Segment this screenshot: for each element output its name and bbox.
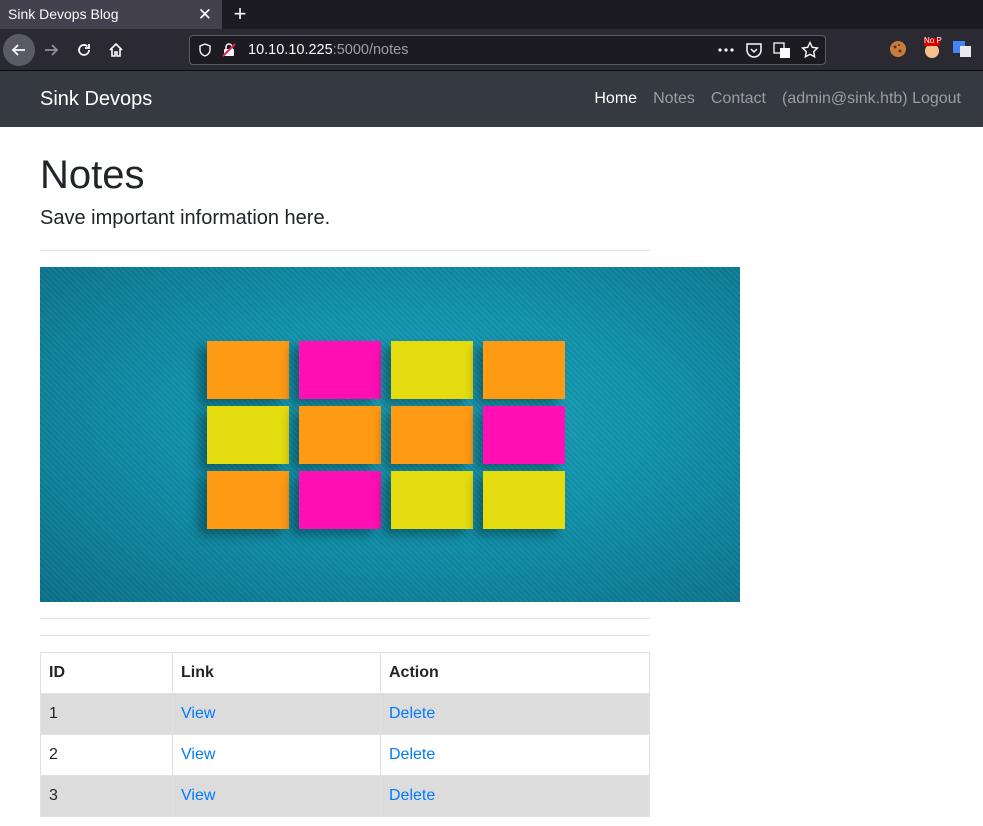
nav-link-notes[interactable]: Notes — [653, 71, 695, 127]
note-id: 1 — [40, 693, 173, 735]
home-button[interactable] — [100, 34, 132, 66]
home-icon — [109, 42, 123, 57]
divider — [40, 635, 650, 636]
new-tab-button[interactable]: + — [228, 0, 252, 29]
table-row: 2 View Delete — [40, 734, 650, 776]
translate-page-icon[interactable] — [773, 41, 791, 59]
forward-button[interactable] — [35, 34, 67, 66]
back-button[interactable] — [3, 34, 35, 66]
nav-link-logout[interactable]: (admin@sink.htb) Logout — [782, 71, 961, 127]
insecure-lock-icon[interactable] — [222, 43, 236, 62]
nav-link-home[interactable]: Home — [594, 71, 637, 127]
more-actions-icon[interactable] — [717, 41, 735, 59]
google-translate-extension-icon[interactable] — [951, 38, 973, 60]
sticky-note-orange — [391, 406, 473, 464]
note-id: 3 — [40, 775, 173, 817]
sticky-note-yellow — [391, 341, 473, 399]
sticky-note-yellow — [391, 471, 473, 529]
notes-table: ID Link Action 1 View Delete 2 View Dele… — [40, 652, 650, 817]
page-content: Notes Save important information here. I… — [40, 127, 983, 817]
bookmark-star-icon[interactable] — [801, 41, 819, 59]
nav-link-contact[interactable]: Contact — [711, 71, 766, 127]
column-header-id: ID — [40, 652, 173, 694]
sticky-note-yellow — [483, 471, 565, 529]
view-link[interactable]: View — [181, 787, 215, 804]
tab-title: Sink Devops Blog — [8, 6, 119, 22]
reload-button[interactable] — [68, 34, 100, 66]
browser-toolbar: 10.10.10.225:5000/notes No P — [0, 29, 983, 71]
close-icon[interactable]: ✕ — [198, 0, 212, 29]
sticky-note-pink — [483, 406, 565, 464]
sticky-note-pink — [299, 341, 381, 399]
pocket-icon[interactable] — [745, 41, 763, 59]
sticky-note-orange — [483, 341, 565, 399]
url-bar-actions — [717, 41, 819, 59]
column-header-action: Action — [380, 652, 650, 694]
browser-tab[interactable]: Sink Devops Blog ✕ — [0, 0, 222, 29]
sticky-note-pink — [299, 471, 381, 529]
view-link[interactable]: View — [181, 705, 215, 722]
delete-link[interactable]: Delete — [389, 787, 435, 804]
column-header-link: Link — [172, 652, 381, 694]
site-brand[interactable]: Sink Devops — [40, 71, 152, 127]
noscript-badge: No P — [924, 36, 942, 45]
view-link[interactable]: View — [181, 746, 215, 763]
delete-link[interactable]: Delete — [389, 705, 435, 722]
url-path: :5000/notes — [332, 42, 409, 58]
url-host: 10.10.10.225 — [248, 42, 333, 58]
page-lead: Save important information here. — [40, 207, 331, 229]
delete-link[interactable]: Delete — [389, 746, 435, 763]
table-row: 1 View Delete — [40, 693, 650, 735]
arrow-right-icon — [45, 44, 59, 56]
sticky-note-yellow — [207, 406, 289, 464]
sticky-note-orange — [207, 341, 289, 399]
page-title: Notes — [40, 153, 145, 197]
table-header-row: ID Link Action — [40, 652, 650, 694]
note-id: 2 — [40, 734, 173, 776]
site-menu: Home Notes Contact (admin@sink.htb) Logo… — [594, 71, 961, 127]
sticky-note-orange — [207, 471, 289, 529]
table-row: 3 View Delete — [40, 775, 650, 817]
reload-icon — [78, 44, 90, 56]
sticky-notes-image — [40, 267, 740, 602]
hero-texture — [40, 267, 740, 602]
divider — [40, 618, 650, 619]
arrow-left-icon — [11, 44, 25, 56]
sticky-note-orange — [299, 406, 381, 464]
url-bar[interactable]: 10.10.10.225:5000/notes — [189, 35, 826, 65]
url-text[interactable]: 10.10.10.225:5000/notes — [248, 36, 408, 64]
browser-tab-bar: Sink Devops Blog ✕ + — [0, 0, 983, 29]
noscript-extension-icon[interactable]: No P — [921, 36, 943, 60]
divider — [40, 250, 650, 251]
shield-icon[interactable] — [198, 43, 212, 62]
cookie-extension-icon[interactable] — [887, 38, 909, 60]
site-navbar: Sink Devops Home Notes Contact (admin@si… — [0, 71, 983, 127]
